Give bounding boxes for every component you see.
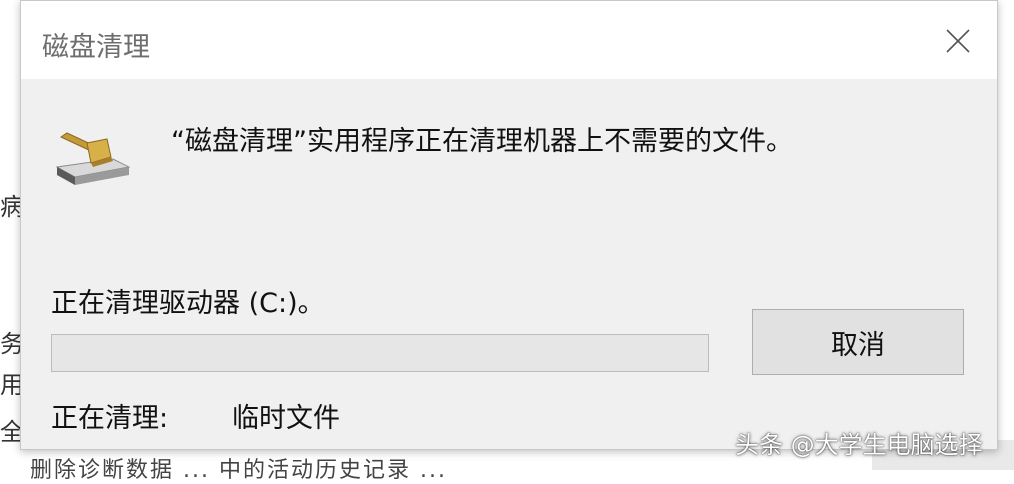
- title-bar[interactable]: 磁盘清理: [21, 1, 997, 79]
- window-title: 磁盘清理: [42, 32, 150, 63]
- cancel-button[interactable]: 取消: [752, 309, 964, 375]
- progress-bar: [51, 334, 709, 372]
- disk-cleanup-icon: [55, 132, 131, 185]
- close-button[interactable]: [935, 21, 981, 61]
- disk-cleanup-dialog: 磁盘清理 “磁盘清理”实用程序正在清理机器上不需要的文件。 正在清理驱动器 (C…: [20, 0, 998, 450]
- status-label: 正在清理:: [51, 403, 169, 434]
- status-value: 临时文件: [232, 403, 340, 434]
- drive-label: 正在清理驱动器 (C:)。: [51, 288, 325, 319]
- background-bottom-text: 删除诊断数据 ... 中的活动历史记录 ...: [30, 458, 447, 483]
- dialog-message: “磁盘清理”实用程序正在清理机器上不需要的文件。: [171, 126, 793, 157]
- close-icon: [946, 29, 970, 53]
- watermark-text: 头条 @大学生电脑选择: [735, 431, 983, 459]
